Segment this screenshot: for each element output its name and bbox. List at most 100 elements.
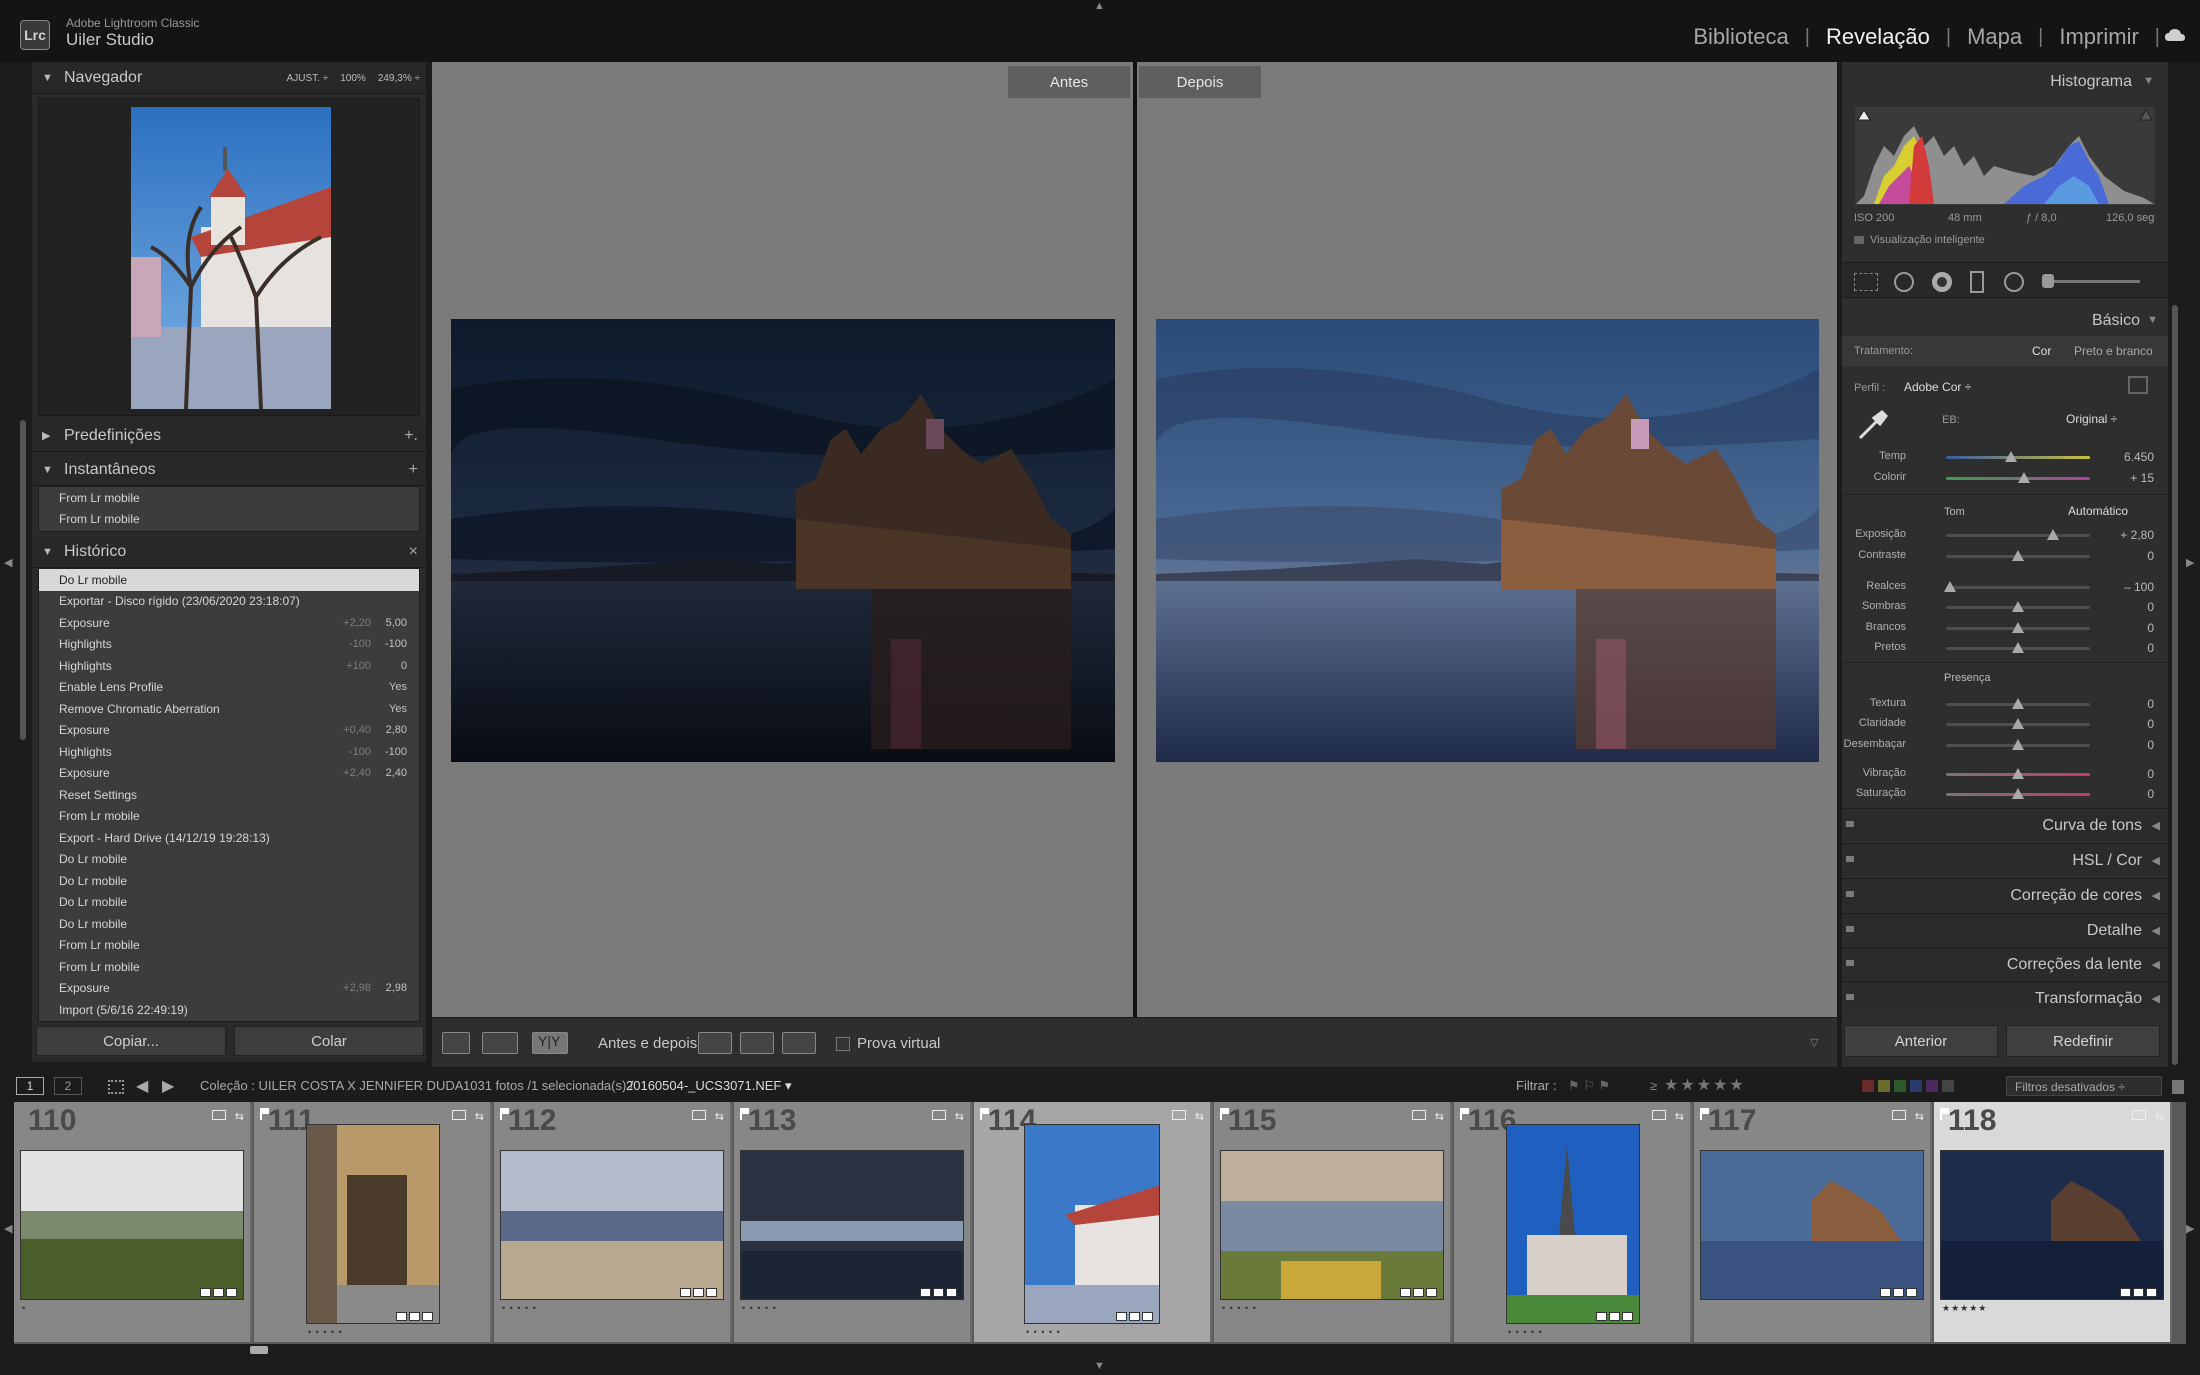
quick-collection-icon[interactable] (1172, 1110, 1186, 1120)
history-item[interactable]: Reset Settings (39, 784, 419, 806)
zoom-100[interactable]: 100% (340, 73, 366, 84)
cell-thumbnail[interactable] (500, 1150, 724, 1300)
slider-temp[interactable]: Temp 6.450 (1842, 447, 2168, 467)
slider-value[interactable]: + 2,80 (2094, 528, 2154, 542)
slider-track[interactable] (1946, 456, 2090, 459)
star-rating[interactable]: • • • • • (742, 1303, 777, 1313)
smart-preview-label[interactable]: Visualização inteligente (1870, 234, 1985, 246)
slider-handle[interactable] (2046, 529, 2059, 540)
navigator-preview[interactable] (38, 98, 420, 416)
clear-history-button[interactable]: × (409, 543, 418, 561)
before-photo[interactable] (451, 319, 1115, 762)
slider-handle[interactable] (2012, 788, 2024, 799)
history-item[interactable]: Exposure +2,98 2,98 (39, 978, 419, 1000)
filter-lock-icon[interactable] (2172, 1080, 2184, 1094)
cell-thumbnail[interactable] (1700, 1150, 1924, 1300)
green-label-swatch[interactable] (1894, 1080, 1906, 1092)
filmstrip-cell[interactable]: 113 ⇆ • • • • • (734, 1102, 972, 1342)
history-header[interactable]: ▼ Histórico × (32, 536, 426, 568)
slider-value[interactable]: 0 (2094, 641, 2154, 655)
slider-value[interactable]: 0 (2094, 787, 2154, 801)
quick-collection-icon[interactable] (1412, 1110, 1426, 1120)
section-expand-icon[interactable]: ◀ (2152, 819, 2160, 832)
quick-collection-icon[interactable] (1652, 1110, 1666, 1120)
navigator-header[interactable]: ▼ Navegador AJUST. ÷ 100% 249,3% ÷ (32, 62, 426, 94)
bottom-panel-toggle-icon[interactable]: ▼ (1094, 1360, 1105, 1372)
filmstrip-cell[interactable]: 115 ⇆ • • • • • (1214, 1102, 1452, 1342)
right-panel-toggle-icon[interactable]: ▶ (2186, 556, 2194, 569)
slider-pretos[interactable]: Pretos 0 (1842, 638, 2168, 658)
main-window-button[interactable]: 1 (16, 1077, 44, 1095)
wb-dropdown[interactable]: Original ÷ (2066, 412, 2117, 426)
history-item[interactable]: From Lr mobile (39, 956, 419, 978)
copy-after-to-before-icon[interactable] (740, 1032, 774, 1054)
collapse-arrow-icon[interactable]: ▼ (42, 464, 54, 476)
section-expand-icon[interactable]: ◀ (2152, 992, 2160, 1005)
history-item[interactable]: Highlights -100 -100 (39, 634, 419, 656)
treatment-color[interactable]: Cor (2032, 344, 2051, 358)
purple-label-swatch[interactable] (1926, 1080, 1938, 1092)
paste-button[interactable]: Colar (234, 1026, 424, 1056)
section-header[interactable]: Detalhe ◀ (1842, 913, 2168, 946)
top-panel-toggle-icon[interactable]: ▲ (1094, 0, 1105, 12)
slider-vibração[interactable]: Vibração 0 (1842, 764, 2168, 784)
slider-value[interactable]: 0 (2094, 717, 2154, 731)
reset-button[interactable]: Redefinir (2006, 1025, 2160, 1057)
module-print[interactable]: Imprimir (2043, 24, 2154, 50)
history-item[interactable]: Exposure +0,40 2,80 (39, 720, 419, 742)
slider-track[interactable] (1946, 534, 2090, 537)
slider-handle[interactable] (2012, 550, 2024, 561)
basic-title[interactable]: Básico (2092, 312, 2140, 330)
red-label-swatch[interactable] (1862, 1080, 1874, 1092)
copy-button[interactable]: Copiar... (36, 1026, 226, 1056)
filmstrip-cell[interactable]: 110 ⇆ • (14, 1102, 252, 1342)
slider-value[interactable]: – 100 (2094, 580, 2154, 594)
snapshots-header[interactable]: ▼ Instantâneos + (32, 454, 426, 486)
slider-handle[interactable] (2004, 451, 2017, 462)
quick-collection-icon[interactable] (1892, 1110, 1906, 1120)
flag-icon[interactable] (1700, 1108, 1709, 1120)
white-balance-picker-icon[interactable] (1856, 408, 1890, 442)
history-item[interactable]: Export - Hard Drive (14/12/19 19:28:13) (39, 827, 419, 849)
section-header[interactable]: Transformação ◀ (1842, 981, 2168, 1014)
red-eye-icon[interactable] (1932, 272, 1952, 292)
loupe-view-icon[interactable] (442, 1032, 470, 1054)
slider-handle[interactable] (1944, 581, 1957, 592)
history-item[interactable]: Do Lr mobile (39, 913, 419, 935)
star-rating[interactable]: • (22, 1303, 26, 1313)
section-toggle-icon[interactable] (1846, 926, 1854, 932)
after-photo[interactable] (1156, 319, 1819, 762)
snapshot-item[interactable]: From Lr mobile (39, 509, 419, 531)
brush-slider[interactable] (2048, 280, 2140, 283)
zoom-fit[interactable]: AJUST. ÷ (287, 73, 329, 84)
filmstrip-right-icon[interactable]: ▶ (2186, 1222, 2194, 1235)
add-preset-button[interactable]: +. (404, 427, 418, 445)
flag-icon[interactable] (260, 1108, 269, 1120)
cell-thumbnail[interactable] (1940, 1150, 2164, 1300)
slider-value[interactable]: 0 (2094, 697, 2154, 711)
slider-handle[interactable] (2012, 698, 2024, 709)
history-item[interactable]: Highlights -100 -100 (39, 741, 419, 763)
soft-proof-checkbox[interactable] (836, 1037, 850, 1051)
filmstrip-cell[interactable]: 112 ⇆ • • • • • (494, 1102, 732, 1342)
histogram[interactable] (1854, 106, 2156, 206)
flag-icon[interactable] (980, 1108, 989, 1120)
module-map[interactable]: Mapa (1951, 24, 2038, 50)
section-toggle-icon[interactable] (1846, 994, 1854, 1000)
brush-icon[interactable] (2042, 274, 2054, 288)
star-rating[interactable]: • • • • • (308, 1327, 343, 1337)
zoom-custom[interactable]: 249,3% ÷ (378, 73, 420, 84)
cell-thumbnail[interactable] (20, 1150, 244, 1300)
slider-sombras[interactable]: Sombras 0 (1842, 597, 2168, 617)
cell-thumbnail[interactable] (1220, 1150, 1444, 1300)
quick-collection-icon[interactable] (692, 1110, 706, 1120)
ref-view-icon[interactable] (482, 1032, 518, 1054)
history-item[interactable]: Exposure +2,20 5,00 (39, 612, 419, 634)
flag-filter-icons[interactable]: ⚑ ⚐ ⚑ (1568, 1078, 1610, 1094)
basic-collapse-icon[interactable]: ▼ (2147, 314, 2158, 326)
back-arrow-icon[interactable]: ◀ (136, 1076, 148, 1096)
history-item[interactable]: Highlights +100 0 (39, 655, 419, 677)
slider-realces[interactable]: Realces – 100 (1842, 577, 2168, 597)
section-toggle-icon[interactable] (1846, 821, 1854, 827)
left-panel-toggle-icon[interactable]: ◀ (4, 556, 12, 569)
